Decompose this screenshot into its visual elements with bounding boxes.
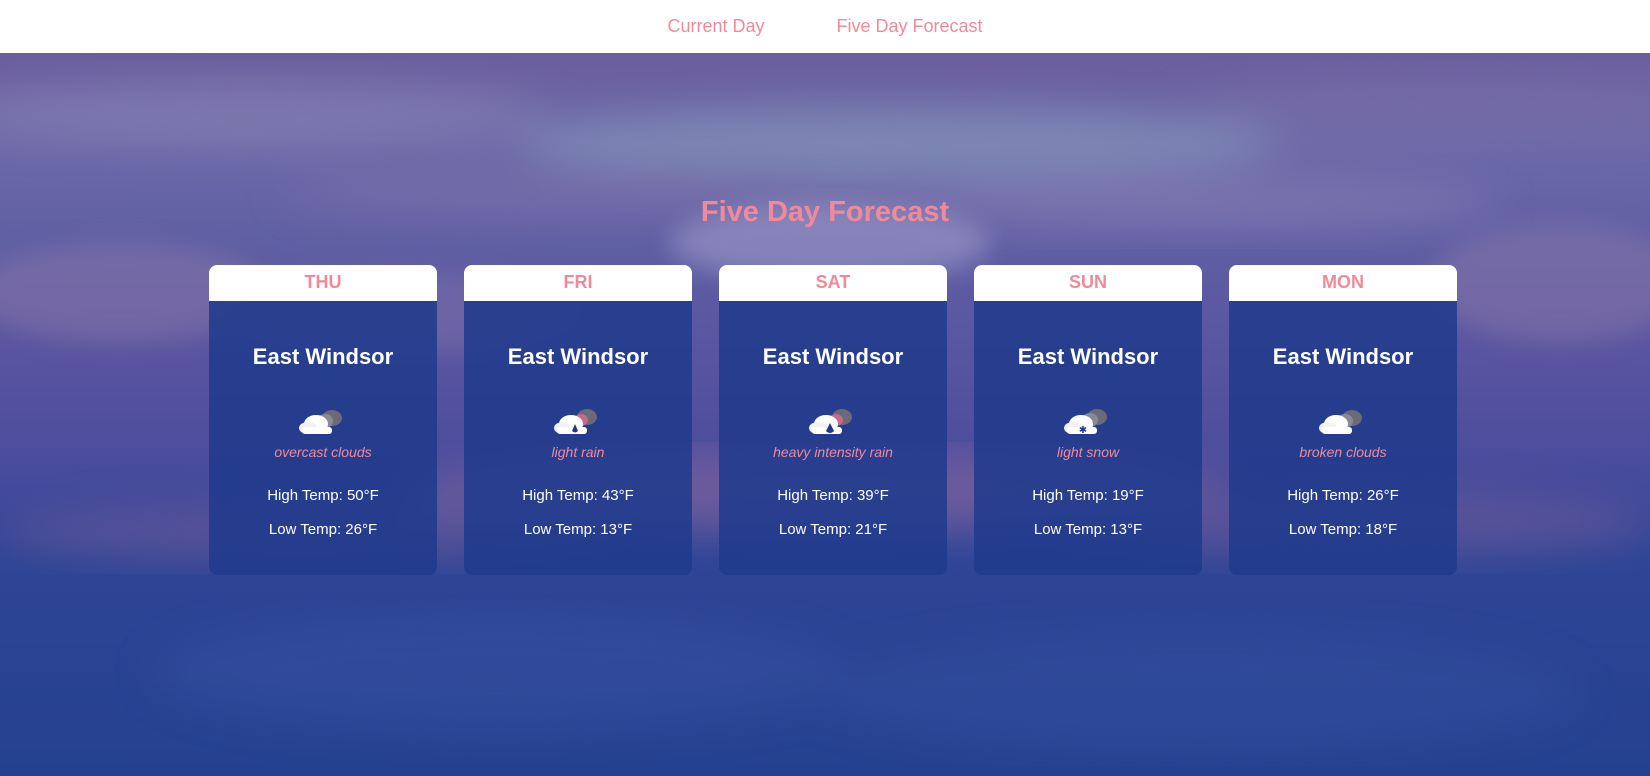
- nav-link-current-day[interactable]: Current Day: [667, 16, 764, 37]
- card-low-temp: Low Temp: 18°F: [1288, 521, 1398, 538]
- forecast-card-thu: THU East Windsor overcast clouds High Te…: [209, 265, 437, 575]
- card-description: heavy intensity rain: [773, 444, 893, 460]
- forecast-card-fri: FRI East Windsor light rain High Temp: 4…: [464, 265, 692, 575]
- card-low-temp: Low Temp: 26°F: [268, 521, 378, 538]
- card-low-temp: Low Temp: 21°F: [778, 521, 888, 538]
- card-city: East Windsor: [1272, 344, 1414, 369]
- card-day: SUN: [974, 265, 1202, 301]
- forecast-card-sat: SAT East Windsor heavy intensity rain Hi…: [719, 265, 947, 575]
- card-day: THU: [209, 265, 437, 301]
- forecast-card-sun: SUN East Windsor ✱ light snow High Temp:…: [974, 265, 1202, 575]
- card-city: East Windsor: [762, 344, 904, 369]
- card-high-temp: High Temp: 19°F: [1032, 487, 1144, 504]
- overcast-clouds-icon: [299, 410, 342, 434]
- card-city: East Windsor: [252, 344, 394, 369]
- card-high-temp: High Temp: 50°F: [267, 487, 379, 504]
- card-day: FRI: [464, 265, 692, 301]
- card-description: overcast clouds: [274, 444, 372, 460]
- card-high-temp: High Temp: 26°F: [1287, 487, 1399, 504]
- page-title: Five Day Forecast: [700, 196, 950, 228]
- card-description: light rain: [551, 444, 605, 460]
- card-city: East Windsor: [1017, 344, 1159, 369]
- card-day: MON: [1229, 265, 1457, 301]
- card-low-temp: Low Temp: 13°F: [523, 521, 633, 538]
- top-nav: Current Day Five Day Forecast: [0, 0, 1650, 53]
- svg-text:✱: ✱: [1079, 425, 1087, 436]
- light-rain-icon: [554, 409, 597, 434]
- forecast-cards: THU East Windsor overcast clouds High Te…: [209, 265, 1457, 575]
- card-city: East Windsor: [507, 344, 649, 369]
- light-snow-icon: ✱: [1064, 409, 1107, 436]
- card-day: SAT: [719, 265, 947, 301]
- nav-link-five-day-forecast[interactable]: Five Day Forecast: [836, 16, 982, 37]
- heavy-rain-icon: [809, 409, 852, 434]
- card-description: light snow: [1056, 444, 1120, 460]
- forecast-card-mon: MON East Windsor broken clouds High Temp…: [1229, 265, 1457, 575]
- card-description: broken clouds: [1299, 444, 1387, 460]
- broken-clouds-icon: [1319, 410, 1362, 434]
- card-high-temp: High Temp: 43°F: [522, 487, 634, 504]
- card-high-temp: High Temp: 39°F: [777, 487, 889, 504]
- card-low-temp: Low Temp: 13°F: [1033, 521, 1143, 538]
